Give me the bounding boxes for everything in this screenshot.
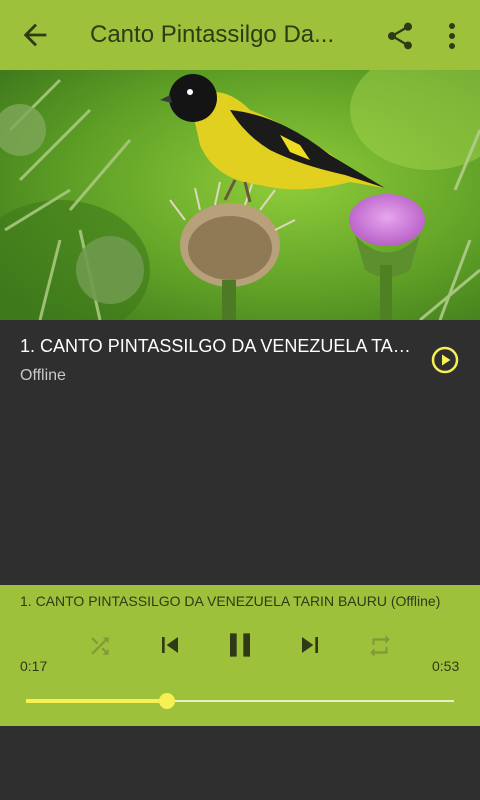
elapsed-time: 0:17 [20,658,48,674]
share-icon[interactable] [384,20,416,52]
app-bar: Canto Pintassilgo Da... [0,0,480,70]
repeat-icon[interactable] [367,633,393,659]
arrow-left-icon[interactable] [18,18,52,52]
bottom-empty-area [0,726,480,800]
now-playing-title: 1. CANTO PINTASSILGO DA VENEZUELA TARIN … [20,593,441,609]
seek-progress [26,699,167,703]
track-title: 1. CANTO PINTASSILGO DA VENEZUELA TARI..… [20,336,420,356]
skip-previous-icon[interactable] [154,629,186,661]
skip-next-icon[interactable] [294,629,326,661]
track-status: Offline [20,367,66,384]
seek-thumb[interactable] [159,693,175,709]
shuffle-icon[interactable] [87,633,113,659]
more-vert-icon[interactable] [440,20,464,52]
page-title: Canto Pintassilgo Da... [90,21,335,48]
pause-icon[interactable] [220,625,260,665]
seek-bar[interactable] [26,690,454,712]
bird-image [0,70,480,320]
total-duration: 0:53 [432,658,460,674]
play-circle-icon[interactable] [431,346,459,374]
track-list-item[interactable]: 1. CANTO PINTASSILGO DA VENEZUELA TARI..… [0,320,480,400]
player-panel: 1. CANTO PINTASSILGO DA VENEZUELA TARIN … [0,585,480,726]
album-art [0,70,480,320]
